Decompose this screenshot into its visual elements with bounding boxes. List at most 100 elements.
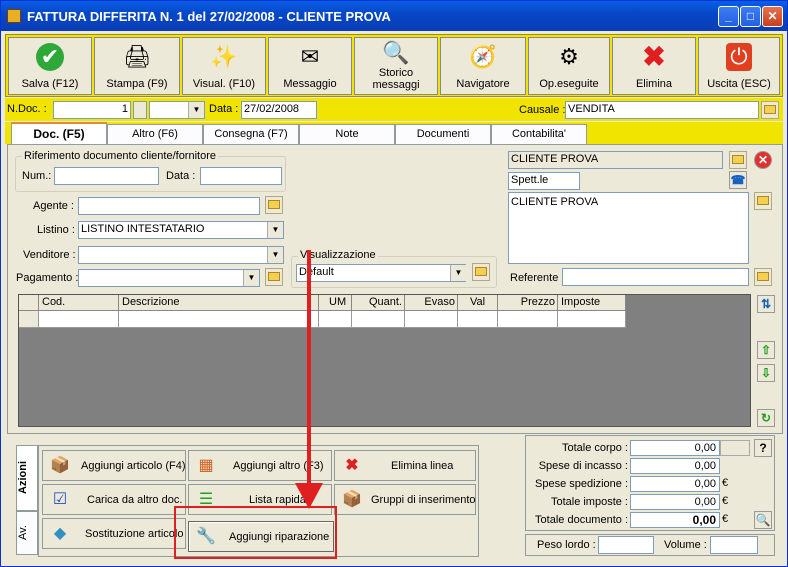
- annotation-arrow: [307, 250, 311, 490]
- column-header[interactable]: Quant.: [352, 295, 405, 311]
- arrow-down-icon[interactable]: ⇩: [757, 364, 775, 382]
- save-button[interactable]: ✔ Salva (F12): [8, 37, 92, 95]
- grid-cell[interactable]: [558, 311, 626, 328]
- add-article-button[interactable]: 📦 Aggiungi articolo (F4): [42, 450, 186, 481]
- tab-note[interactable]: Note: [299, 124, 395, 144]
- tab-altro[interactable]: Altro (F6): [107, 124, 203, 144]
- date-label: Data :: [209, 103, 239, 115]
- insert-groups-button[interactable]: 📦 Gruppi di inserimento: [334, 484, 476, 515]
- maximize-button[interactable]: □: [740, 6, 761, 27]
- total-body-row: Totale corpo : 0,00 ?: [526, 439, 776, 457]
- tab-azioni[interactable]: Azioni: [16, 445, 38, 511]
- folder-icon[interactable]: [472, 263, 490, 281]
- volume-input[interactable]: [710, 536, 758, 554]
- delete-button[interactable]: ✖ Elimina: [612, 37, 696, 95]
- grid-cell[interactable]: [405, 311, 458, 328]
- chevron-down-icon: ▼: [188, 102, 204, 118]
- move-top-icon[interactable]: ⇅: [757, 295, 775, 313]
- causale-input[interactable]: VENDITA: [565, 101, 759, 119]
- zoom-icon[interactable]: 🔍: [754, 511, 772, 529]
- referente-input[interactable]: [562, 268, 749, 286]
- navigator-button[interactable]: 🧭 Navigatore: [440, 37, 526, 95]
- column-header[interactable]: Evaso: [405, 295, 458, 311]
- gross-weight-label: Peso lordo :: [537, 539, 596, 551]
- load-from-doc-button[interactable]: ☑ Carica da altro doc.: [42, 484, 186, 515]
- tab-contabilita[interactable]: Contabilita': [491, 124, 587, 144]
- contact-search-icon[interactable]: ☎: [729, 171, 747, 189]
- operations-button[interactable]: ⚙ Op.eseguite: [528, 37, 610, 95]
- agente-label: Agente :: [33, 200, 74, 212]
- shapes-swap-icon: ◆: [53, 525, 67, 542]
- ndoc-input[interactable]: 1: [53, 101, 131, 119]
- refresh-icon[interactable]: ↻: [757, 409, 775, 427]
- replace-article-button[interactable]: ◆ Sostituzione articolo: [42, 518, 186, 549]
- grid-cell[interactable]: [458, 311, 498, 328]
- minimize-button[interactable]: _: [718, 6, 739, 27]
- column-header[interactable]: Prezzo: [498, 295, 558, 311]
- folder-icon[interactable]: [754, 192, 772, 210]
- tab-consegna[interactable]: Consegna (F7): [203, 124, 299, 144]
- message-history-button[interactable]: 🔍 Storico messaggi: [354, 37, 438, 95]
- column-header[interactable]: Val: [458, 295, 498, 311]
- search-document-icon: 🔍: [382, 40, 410, 65]
- arrow-up-icon[interactable]: ⇧: [757, 341, 775, 359]
- annotation-highlight-box: [174, 506, 337, 559]
- totals-panel: Totale corpo : 0,00 ? Spese di incasso :…: [525, 435, 775, 531]
- agente-input[interactable]: [78, 197, 260, 215]
- row-indicator[interactable]: [19, 311, 39, 328]
- close-button[interactable]: ✕: [762, 6, 783, 27]
- chevron-down-icon[interactable]: ▼: [450, 265, 466, 281]
- grid-add-icon: ▦: [198, 457, 214, 474]
- salutation-field[interactable]: Spett.le: [508, 172, 580, 190]
- tab-doc[interactable]: Doc. (F5): [11, 122, 107, 144]
- red-x-icon: ✖: [345, 457, 359, 474]
- shipping-fees-value[interactable]: 0,00: [630, 476, 720, 492]
- reference-number-input[interactable]: [54, 167, 159, 185]
- lines-grid[interactable]: Cod. Descrizione UM Quant. Evaso Val Pre…: [18, 294, 751, 427]
- reference-date-input[interactable]: [200, 167, 282, 185]
- client-address-area[interactable]: CLIENTE PROVA: [508, 192, 749, 264]
- checklist-icon: ☑: [52, 491, 68, 508]
- venditore-select[interactable]: ▼: [78, 246, 284, 264]
- grid-cell[interactable]: [352, 311, 405, 328]
- help-button[interactable]: ?: [754, 439, 772, 457]
- view-button[interactable]: ✨ Visual. (F10): [182, 37, 266, 95]
- total-document-value: 0,00: [630, 512, 720, 528]
- pagamento-label: Pagamento :: [16, 272, 79, 284]
- ndoc-suffix-button[interactable]: [133, 101, 147, 119]
- tab-av[interactable]: Av.: [16, 511, 38, 555]
- app-icon: [7, 9, 21, 23]
- column-header[interactable]: Imposte: [558, 295, 626, 311]
- column-header[interactable]: Cod.: [39, 295, 119, 311]
- tab-documenti[interactable]: Documenti: [395, 124, 491, 144]
- shipping-fees-row: Spese spedizione : 0,00 €: [535, 476, 729, 492]
- check-icon: ✔: [36, 43, 64, 71]
- print-button[interactable]: 🖨 Stampa (F9): [94, 37, 180, 95]
- exit-button[interactable]: ⏻ Uscita (ESC): [698, 37, 780, 95]
- pagamento-select[interactable]: ▼: [78, 269, 260, 287]
- column-header[interactable]: UM: [319, 295, 352, 311]
- visualizzazione-select[interactable]: Default: [296, 264, 466, 282]
- message-button[interactable]: ✉ Messaggio: [268, 37, 352, 95]
- window-title: FATTURA DIFFERITA N. 1 del 27/02/2008 - …: [27, 9, 391, 24]
- total-tax-row: Totale imposte : 0,00 €: [550, 494, 729, 510]
- gross-weight-input[interactable]: [598, 536, 654, 554]
- grid-cell[interactable]: [39, 311, 119, 328]
- folder-icon[interactable]: [761, 101, 779, 119]
- grid-cell[interactable]: [319, 311, 352, 328]
- grid-cell[interactable]: [498, 311, 558, 328]
- listino-select[interactable]: LISTINO INTESTATARIO: [78, 221, 284, 239]
- date-input[interactable]: 27/02/2008: [241, 101, 317, 119]
- delete-line-button[interactable]: ✖ Elimina linea: [334, 450, 476, 481]
- folder-icon[interactable]: [729, 151, 747, 169]
- title-bar[interactable]: FATTURA DIFFERITA N. 1 del 27/02/2008 - …: [1, 1, 787, 31]
- remove-client-icon[interactable]: ✕: [754, 151, 772, 169]
- ndoc-series-select[interactable]: ▼: [149, 101, 205, 119]
- chevron-down-icon[interactable]: ▼: [267, 222, 283, 238]
- folder-icon[interactable]: [754, 268, 772, 286]
- collection-fees-value[interactable]: 0,00: [630, 458, 720, 474]
- column-header[interactable]: Descrizione: [119, 295, 319, 311]
- grid-cell[interactable]: [119, 311, 319, 328]
- folder-icon[interactable]: [265, 268, 283, 286]
- folder-icon[interactable]: [265, 196, 283, 214]
